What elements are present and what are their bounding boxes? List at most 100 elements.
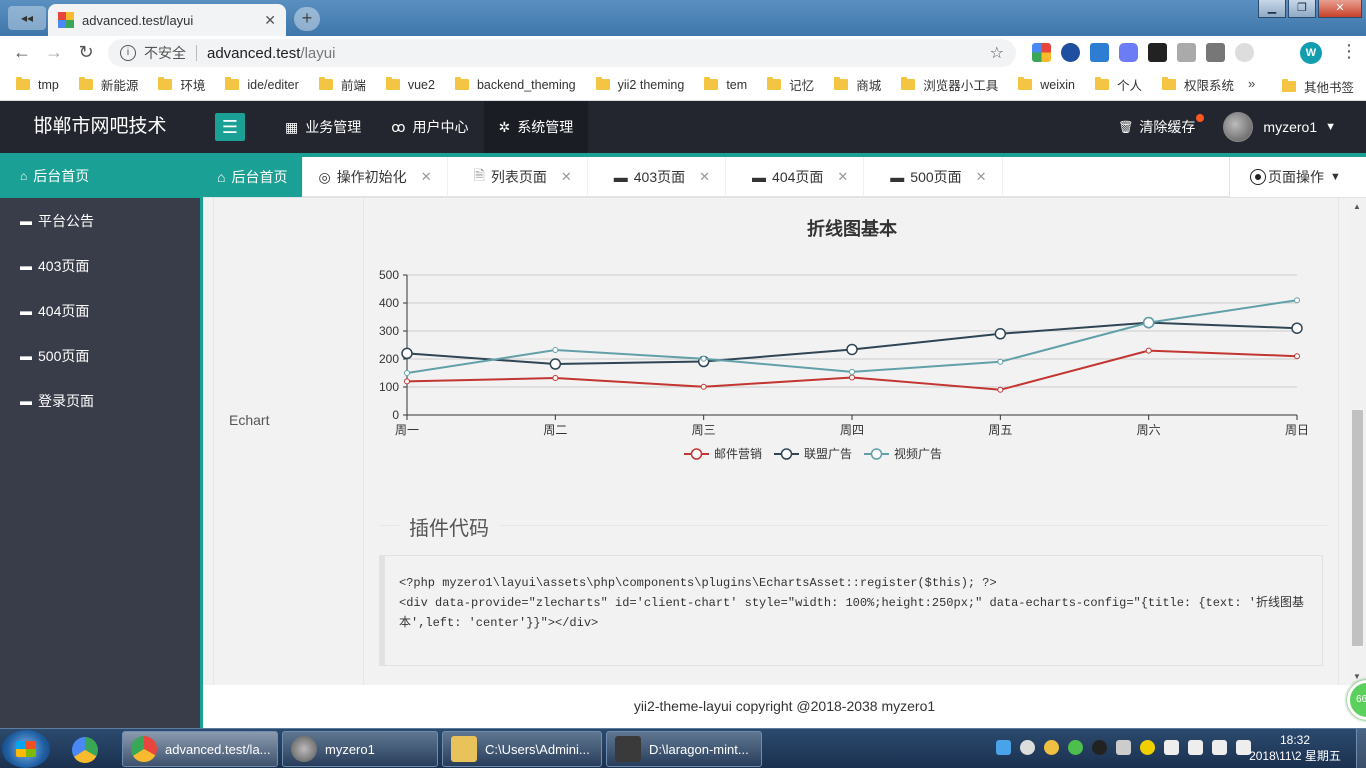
close-icon[interactable]: ✕ — [976, 169, 987, 185]
sidebar-item-home[interactable]: ⌂ 后台首页 — [0, 153, 200, 198]
scrollbar-thumb[interactable] — [1352, 410, 1363, 646]
tab-home[interactable]: ⌂ 后台首页 — [203, 157, 304, 197]
bookmark-folder[interactable]: 前端 — [318, 75, 366, 94]
y-tick-label: 200 — [379, 352, 399, 366]
window-icon: ▬ — [20, 213, 32, 228]
bookmark-folder[interactable]: tem — [704, 77, 747, 92]
extension-icon[interactable] — [1235, 43, 1254, 62]
url-text[interactable]: advanced.test/layui — [207, 45, 990, 62]
plugin-code-title: 插件代码 — [399, 512, 499, 541]
tray-icon[interactable] — [1212, 740, 1227, 755]
back-arrow-icon[interactable]: ← — [6, 42, 38, 63]
taskbar-button-explorer[interactable]: C:\Users\Admini... — [442, 731, 602, 767]
reload-icon[interactable]: ↻ — [70, 42, 102, 63]
tray-icon[interactable] — [1116, 740, 1131, 755]
close-tab-icon[interactable]: ✕ — [264, 12, 276, 29]
tray-icon[interactable] — [1068, 740, 1083, 755]
data-point — [849, 374, 855, 381]
sidebar-item-login[interactable]: ▬ 登录页面 — [0, 378, 200, 423]
data-point — [1294, 297, 1300, 304]
maximize-button[interactable]: ❐ — [1288, 0, 1316, 18]
app-logo[interactable]: 邯郸市网吧技术 — [0, 101, 200, 153]
extension-icon[interactable] — [1148, 43, 1167, 62]
nav-user-center[interactable]: ꝏ 用户中心 — [376, 101, 483, 153]
bookmark-folder[interactable]: 新能源 — [78, 75, 138, 94]
close-icon[interactable]: ✕ — [421, 169, 432, 185]
tab-list[interactable]: 🗎 列表页面 ✕ — [448, 157, 588, 197]
extension-icon[interactable] — [1032, 43, 1051, 62]
nav-business[interactable]: ▦ 业务管理 — [270, 101, 376, 153]
taskbar-button-chrome[interactable]: advanced.test/la... — [122, 731, 278, 767]
nav-system[interactable]: ✲ 系统管理 — [483, 101, 589, 153]
clock[interactable]: 18:32 2018\11\2 星期五 — [1240, 732, 1350, 764]
bookmark-folder[interactable]: backend_theming — [454, 77, 576, 92]
tray-icon[interactable] — [1044, 740, 1059, 755]
scroll-up-icon[interactable]: ▲ — [1353, 202, 1361, 211]
tab-404[interactable]: ▬ 404页面 ✕ — [726, 157, 865, 197]
scrollbar[interactable]: ▲ ▼ — [1349, 198, 1366, 685]
tray-icon[interactable] — [1164, 740, 1179, 755]
tray-icon[interactable] — [1020, 740, 1035, 755]
bookmark-folder[interactable]: 商城 — [834, 75, 881, 94]
tray-icon[interactable] — [996, 740, 1011, 755]
sidebar-item-announcement[interactable]: ▬ 平台公告 — [0, 198, 200, 243]
sidebar-item-403[interactable]: ▬ 403页面 — [0, 243, 200, 288]
bookmark-folder[interactable]: ide/editer — [225, 77, 299, 92]
window-icon: ▬ — [752, 169, 767, 185]
bookmark-folder[interactable]: weixin — [1018, 77, 1075, 92]
extension-icon[interactable] — [1090, 43, 1109, 62]
bookmark-folder[interactable]: yii2 theming — [595, 77, 684, 92]
menu-toggle-icon[interactable]: ☰ — [215, 113, 245, 141]
close-icon[interactable]: ✕ — [837, 169, 848, 185]
username[interactable]: myzero1 — [1263, 119, 1317, 135]
tab-init[interactable]: ◎ 操作初始化 ✕ — [303, 157, 448, 197]
tray-icon[interactable] — [1140, 740, 1155, 755]
bookmark-folder[interactable]: 环境 — [158, 75, 205, 94]
bookmark-folder[interactable]: 个人 — [1094, 75, 1142, 94]
legend-label: 邮件营销 — [714, 447, 762, 461]
extension-icon[interactable] — [1177, 43, 1196, 62]
clear-cache-button[interactable]: 🗑 清除缓存 — [1118, 114, 1205, 137]
scroll-down-icon[interactable]: ▼ — [1353, 672, 1361, 681]
sidebar-item-500[interactable]: ▬ 500页面 — [0, 333, 200, 378]
info-icon[interactable]: i — [120, 45, 136, 61]
forward-arrow-icon[interactable]: → — [38, 42, 70, 63]
top-nav: ▦ 业务管理 ꝏ 用户中心 ✲ 系统管理 — [270, 101, 589, 153]
browser-menu-icon[interactable]: ⋮ — [1340, 41, 1358, 62]
close-icon[interactable]: ✕ — [561, 169, 572, 185]
page-operations-button[interactable]: 页面操作 ▼ — [1229, 157, 1366, 197]
bookmark-folder[interactable]: vue2 — [385, 77, 435, 92]
start-button[interactable] — [2, 730, 50, 768]
extension-icon[interactable] — [1206, 43, 1225, 62]
bookmark-folder[interactable]: 权限系统 — [1161, 75, 1234, 94]
address-bar[interactable]: i 不安全 advanced.test/layui ☆ — [108, 39, 1016, 67]
other-bookmarks[interactable]: 其他书签 — [1282, 77, 1354, 96]
bookmark-folder[interactable]: 记忆 — [767, 75, 814, 94]
close-window-button[interactable]: ✕ — [1318, 0, 1362, 18]
minimize-button[interactable]: ▁ — [1258, 0, 1286, 18]
tab-500[interactable]: ▬ 500页面 ✕ — [864, 157, 1003, 197]
tray-icon[interactable] — [1188, 740, 1203, 755]
trash-icon: 🗑 — [1118, 120, 1134, 134]
new-tab-button[interactable]: + — [294, 7, 320, 31]
bookmark-folder[interactable]: 浏览器小工具 — [901, 75, 998, 94]
bookmark-folder[interactable]: tmp — [16, 77, 59, 92]
sidebar-item-404[interactable]: ▬ 404页面 — [0, 288, 200, 333]
taskbar-button-sublime[interactable]: D:\laragon-mint... — [606, 731, 762, 767]
show-desktop-button[interactable] — [1356, 729, 1366, 768]
tray-icon[interactable] — [1092, 740, 1107, 755]
close-icon[interactable]: ✕ — [699, 169, 710, 185]
profile-avatar[interactable]: W — [1300, 42, 1322, 64]
taskbar-button-myzero1[interactable]: myzero1 — [282, 731, 438, 767]
bookmark-star-icon[interactable]: ☆ — [990, 43, 1004, 63]
tab-403[interactable]: ▬ 403页面 ✕ — [588, 157, 727, 197]
avatar[interactable] — [1223, 112, 1254, 142]
chevron-down-icon[interactable]: ▼ — [1325, 121, 1336, 133]
bookmarks-overflow-button[interactable]: » — [1248, 76, 1255, 91]
tab-search-button[interactable]: ◂◂ — [8, 6, 46, 30]
browser-tab[interactable]: advanced.test/layui ✕ — [48, 4, 286, 36]
extension-icon[interactable] — [1119, 43, 1138, 62]
extension-icon[interactable] — [1061, 43, 1080, 62]
line-chart[interactable]: 折线图基本 0 100 200 300 400 500 周一 周二 周三 周四 周五 周六 周日邮件营销 联… — [377, 208, 1337, 478]
pinned-app-icon[interactable] — [60, 732, 110, 766]
